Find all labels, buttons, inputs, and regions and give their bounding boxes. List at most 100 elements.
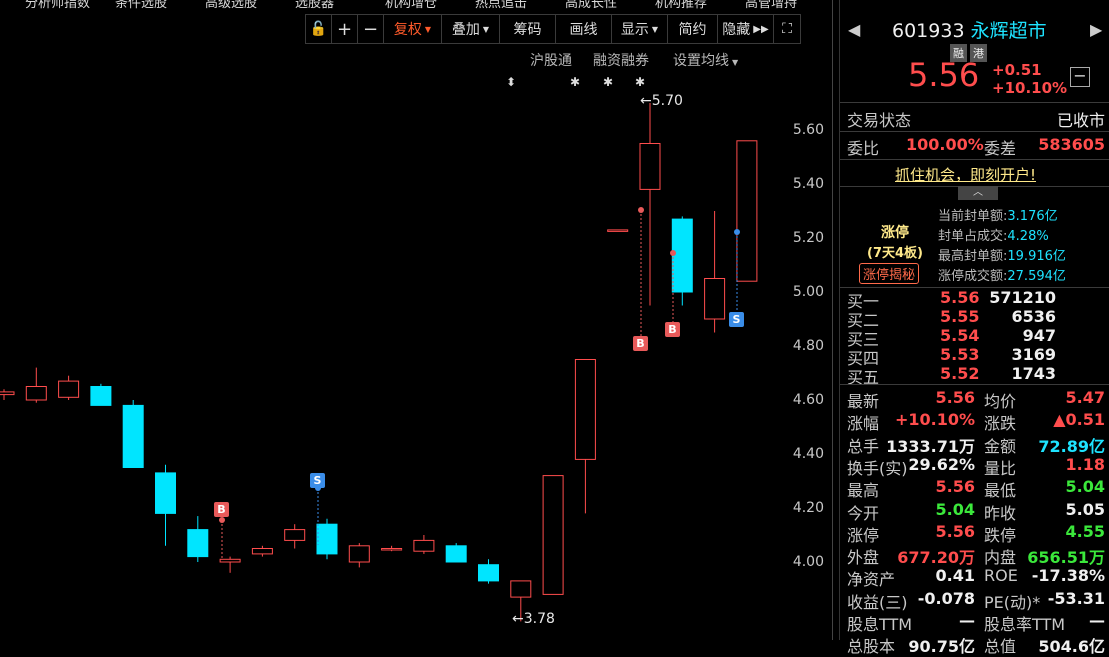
candle[interactable]	[122, 400, 144, 468]
candle-body	[639, 143, 661, 190]
next-stock-icon[interactable]: ▶	[1090, 20, 1102, 39]
candle[interactable]	[187, 516, 209, 562]
candle[interactable]	[348, 543, 370, 568]
candle-body	[607, 229, 629, 232]
y-tick-label: 5.60	[792, 122, 824, 138]
stat-label: 总股本	[847, 637, 896, 657]
candle[interactable]	[736, 140, 758, 282]
limit-stat-value: 3.176亿	[1007, 209, 1058, 224]
candle[interactable]	[90, 383, 112, 406]
stat-label: 涨幅	[847, 414, 880, 434]
chevron-up-icon[interactable]: ︿	[958, 186, 998, 200]
candle-body	[704, 278, 726, 320]
panel-splitter[interactable]	[832, 0, 840, 640]
y-tick-label: 5.00	[792, 284, 824, 300]
signal-dot	[638, 207, 644, 213]
candle-body	[90, 386, 112, 406]
candle[interactable]	[542, 475, 564, 595]
candle[interactable]	[0, 389, 15, 400]
sell-signal[interactable]: S	[729, 312, 744, 327]
stat-value: —	[1089, 611, 1105, 630]
bid-price: 5.52	[940, 364, 980, 383]
y-tick-label: 4.40	[792, 446, 824, 462]
bid-price: 5.53	[940, 345, 980, 364]
candle-body	[574, 359, 596, 460]
y-tick-label: 4.60	[792, 392, 824, 408]
open-account-link[interactable]: 抓住机会，即刻开户!	[895, 164, 1036, 185]
candle[interactable]	[413, 535, 435, 554]
stat-label: ROE	[984, 566, 1018, 586]
y-tick-label: 4.20	[792, 500, 824, 516]
candle[interactable]	[219, 556, 241, 573]
stat-label: 昨收	[984, 503, 1017, 523]
stat-label: 涨跌	[984, 414, 1017, 434]
candle-body	[381, 548, 403, 551]
bid-price: 5.54	[940, 326, 980, 345]
stat-label: 净资产	[847, 570, 896, 590]
candle-body	[478, 564, 499, 582]
stat-value: +10.10%	[894, 410, 975, 430]
candle-body	[122, 404, 144, 468]
candle-body	[219, 558, 241, 563]
stat-value: -17.38%	[1031, 566, 1105, 586]
candle[interactable]	[25, 367, 47, 403]
candle[interactable]	[574, 359, 596, 514]
buy-signal[interactable]: B	[633, 336, 648, 351]
low-annotation: ←3.78	[512, 611, 555, 627]
stat-label: 金额	[984, 436, 1017, 456]
y-tick-label: 4.80	[792, 338, 824, 354]
candle[interactable]	[639, 103, 661, 306]
weicha-value: 583605	[1038, 135, 1105, 154]
stat-value: 504.6亿	[1038, 637, 1105, 657]
stat-value: 4.55	[1065, 521, 1105, 541]
low-value: 3.78	[523, 611, 555, 627]
quote-panel: ◀ ▶ 601933 永辉超市 融港 5.56 +0.51 +10.10% − …	[840, 0, 1109, 656]
buy-signal[interactable]: B	[665, 322, 680, 337]
stat-label: 外盘	[847, 548, 880, 568]
candle[interactable]	[704, 211, 726, 333]
candle-body	[510, 580, 532, 598]
buy-signal[interactable]: B	[214, 502, 229, 517]
collapse-icon[interactable]: −	[1070, 67, 1090, 87]
candle-body	[316, 523, 338, 555]
candle[interactable]	[155, 464, 176, 546]
stat-label: 换手(实)	[847, 458, 908, 478]
kline-chart-area[interactable]: 分析师指数 条件选股 高级选股 选股器 机构增仓 热点追击 高成长性 机构推荐 …	[0, 0, 832, 640]
divider	[840, 159, 1109, 160]
candle-body	[671, 218, 693, 293]
candle[interactable]	[58, 375, 80, 400]
stat-value: 656.51万	[1027, 548, 1105, 568]
stock-code: 601933	[892, 20, 965, 42]
stock-title: 601933 永辉超市	[892, 16, 1047, 43]
stat-value: 5.56	[935, 477, 975, 497]
weibi-label: 委比	[847, 139, 880, 158]
limit-up-stats: 当前封单额:3.176亿 封单占成交:4.28% 最高封单额:19.916亿 涨…	[938, 207, 1066, 287]
candle[interactable]	[251, 545, 273, 557]
stat-value: -0.078	[917, 588, 975, 608]
candle-body	[155, 472, 176, 514]
candle-body	[445, 545, 467, 563]
candle[interactable]	[284, 524, 306, 549]
prev-stock-icon[interactable]: ◀	[848, 20, 860, 39]
stat-label: 均价	[984, 392, 1017, 411]
stat-label: 股息TTM	[847, 615, 913, 634]
stat-value: 1.18	[1065, 454, 1105, 474]
stat-label: 内盘	[984, 548, 1017, 568]
candle[interactable]	[316, 518, 338, 560]
sell-signal[interactable]: S	[310, 473, 325, 488]
candle[interactable]	[671, 216, 693, 306]
candle[interactable]	[478, 559, 499, 584]
bid-volume: 3169	[1011, 345, 1056, 364]
candle[interactable]	[607, 229, 629, 232]
y-tick-label: 5.20	[792, 230, 824, 246]
high-value: 5.70	[651, 93, 683, 109]
bid-price: 5.55	[940, 307, 980, 326]
candle[interactable]	[381, 545, 403, 552]
candle[interactable]	[445, 543, 467, 563]
signal-dot	[734, 229, 740, 235]
high-annotation: ←5.70	[640, 93, 683, 109]
limit-stat-label: 最高封单额:	[938, 249, 1008, 264]
limit-up-reveal-button[interactable]: 涨停揭秘	[859, 263, 920, 284]
candle-body	[542, 475, 564, 595]
signal-dot	[670, 250, 676, 256]
